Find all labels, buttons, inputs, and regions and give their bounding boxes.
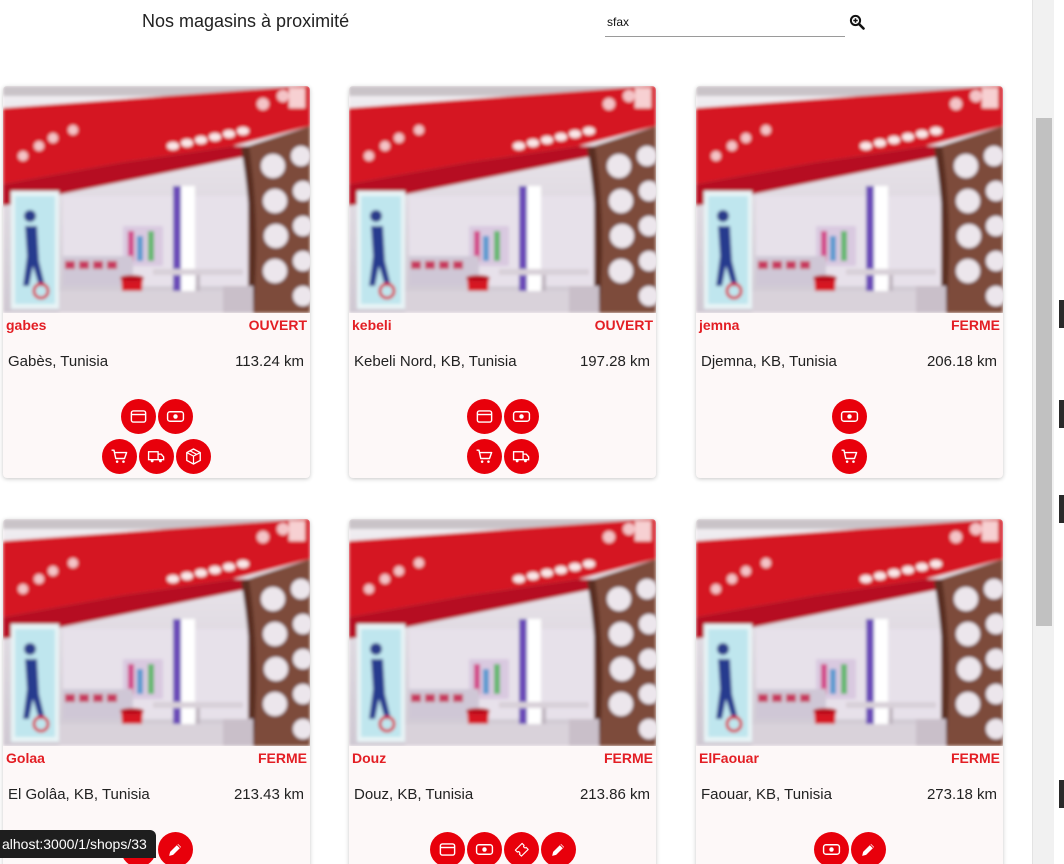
page: Nos magasins à proximité sfax gabes OUVE…	[0, 0, 1064, 864]
cart-icon	[841, 449, 858, 463]
service-row	[3, 399, 310, 434]
status-bar-url: alhost:3000/1/shops/33	[0, 830, 156, 858]
shop-card[interactable]: jemna FERME Djemna, KB, Tunisia 206.18 k…	[696, 86, 1003, 478]
pencil-icon	[861, 843, 874, 856]
cash-icon	[475, 844, 493, 855]
devtools-edge	[1054, 0, 1064, 864]
search-field[interactable]	[605, 9, 845, 37]
service-row	[696, 832, 1003, 864]
shop-card[interactable]: Golaa FERME El Golâa, KB, Tunisia 213.43…	[3, 519, 310, 864]
shop-photo	[349, 86, 656, 313]
card-icon	[130, 410, 146, 423]
cash-icon	[512, 411, 530, 422]
search-input[interactable]	[605, 9, 845, 35]
cash-icon	[166, 411, 184, 422]
shop-card[interactable]: Douz FERME Douz, KB, Tunisia 213.86 km	[349, 519, 656, 864]
shop-distance: 213.43 km	[233, 786, 304, 803]
scrollbar[interactable]	[1032, 0, 1054, 864]
shop-photo	[3, 86, 310, 313]
shop-name[interactable]: Douz	[352, 750, 386, 766]
card-icon	[476, 410, 492, 423]
service-button[interactable]	[466, 439, 502, 474]
status-badge: OUVERT	[248, 317, 307, 333]
shop-name[interactable]: jemna	[699, 317, 739, 333]
service-button[interactable]	[503, 832, 539, 864]
service-button[interactable]	[466, 399, 502, 434]
shop-distance: 197.28 km	[579, 353, 650, 370]
shop-name[interactable]: kebeli	[352, 317, 392, 333]
service-row	[349, 439, 656, 474]
shop-card[interactable]: ElFaouar FERME Faouar, KB, Tunisia 273.1…	[696, 519, 1003, 864]
shop-card[interactable]: kebeli OUVERT Kebeli Nord, KB, Tunisia 1…	[349, 86, 656, 478]
shop-card[interactable]: gabes OUVERT Gabès, Tunisia 113.24 km	[3, 86, 310, 478]
cart-icon	[111, 449, 128, 463]
shop-address: Gabès, Tunisia	[8, 353, 109, 370]
shop-distance: 273.18 km	[926, 786, 997, 803]
shop-distance: 206.18 km	[926, 353, 997, 370]
status-badge: FERME	[258, 750, 307, 766]
pencil-icon	[551, 843, 564, 856]
service-button[interactable]	[429, 832, 465, 864]
service-button[interactable]	[832, 439, 867, 474]
cash-icon	[840, 411, 859, 422]
shop-address: Kebeli Nord, KB, Tunisia	[354, 353, 517, 370]
service-button[interactable]	[157, 399, 193, 434]
shop-name[interactable]: ElFaouar	[699, 750, 759, 766]
shop-photo	[3, 519, 310, 746]
cart-icon	[476, 449, 492, 463]
card-icon	[439, 843, 455, 856]
service-button[interactable]	[540, 832, 576, 864]
service-button[interactable]	[503, 439, 539, 474]
scrollbar-thumb[interactable]	[1036, 118, 1052, 626]
service-button[interactable]	[503, 399, 539, 434]
service-button[interactable]	[850, 832, 886, 864]
service-button[interactable]	[102, 439, 137, 474]
shop-distance: 113.24 km	[235, 353, 304, 370]
service-button[interactable]	[466, 832, 502, 864]
status-badge: FERME	[604, 750, 653, 766]
service-row	[696, 439, 1003, 474]
shop-name[interactable]: gabes	[6, 317, 46, 333]
service-row	[696, 399, 1003, 434]
truck-icon	[512, 451, 529, 463]
shop-photo	[696, 519, 1003, 746]
shop-address: El Golâa, KB, Tunisia	[8, 786, 150, 803]
box-icon	[186, 448, 201, 465]
shop-address: Douz, KB, Tunisia	[354, 786, 474, 803]
shop-photo	[696, 86, 1003, 313]
status-badge: FERME	[951, 317, 1000, 333]
shop-address: Djemna, KB, Tunisia	[701, 353, 837, 370]
shop-address: Faouar, KB, Tunisia	[701, 786, 832, 803]
shop-photo	[349, 519, 656, 746]
service-button[interactable]	[176, 439, 211, 474]
ticket-icon	[514, 842, 529, 857]
service-row	[349, 399, 656, 434]
service-button[interactable]	[157, 832, 193, 864]
page-title: Nos magasins à proximité	[142, 11, 350, 31]
status-badge: FERME	[951, 750, 1000, 766]
service-button[interactable]	[813, 832, 849, 864]
service-button[interactable]	[832, 399, 867, 434]
pencil-icon	[168, 843, 181, 856]
shop-distance: 213.86 km	[579, 786, 650, 803]
truck-icon	[147, 451, 165, 463]
service-button[interactable]	[139, 439, 174, 474]
service-button[interactable]	[120, 399, 156, 434]
zoom-in-icon[interactable]	[849, 14, 865, 30]
service-row	[349, 832, 656, 864]
service-row	[3, 439, 310, 474]
cash-icon	[822, 844, 840, 855]
status-badge: OUVERT	[594, 317, 653, 333]
shop-name[interactable]: Golaa	[6, 750, 45, 766]
